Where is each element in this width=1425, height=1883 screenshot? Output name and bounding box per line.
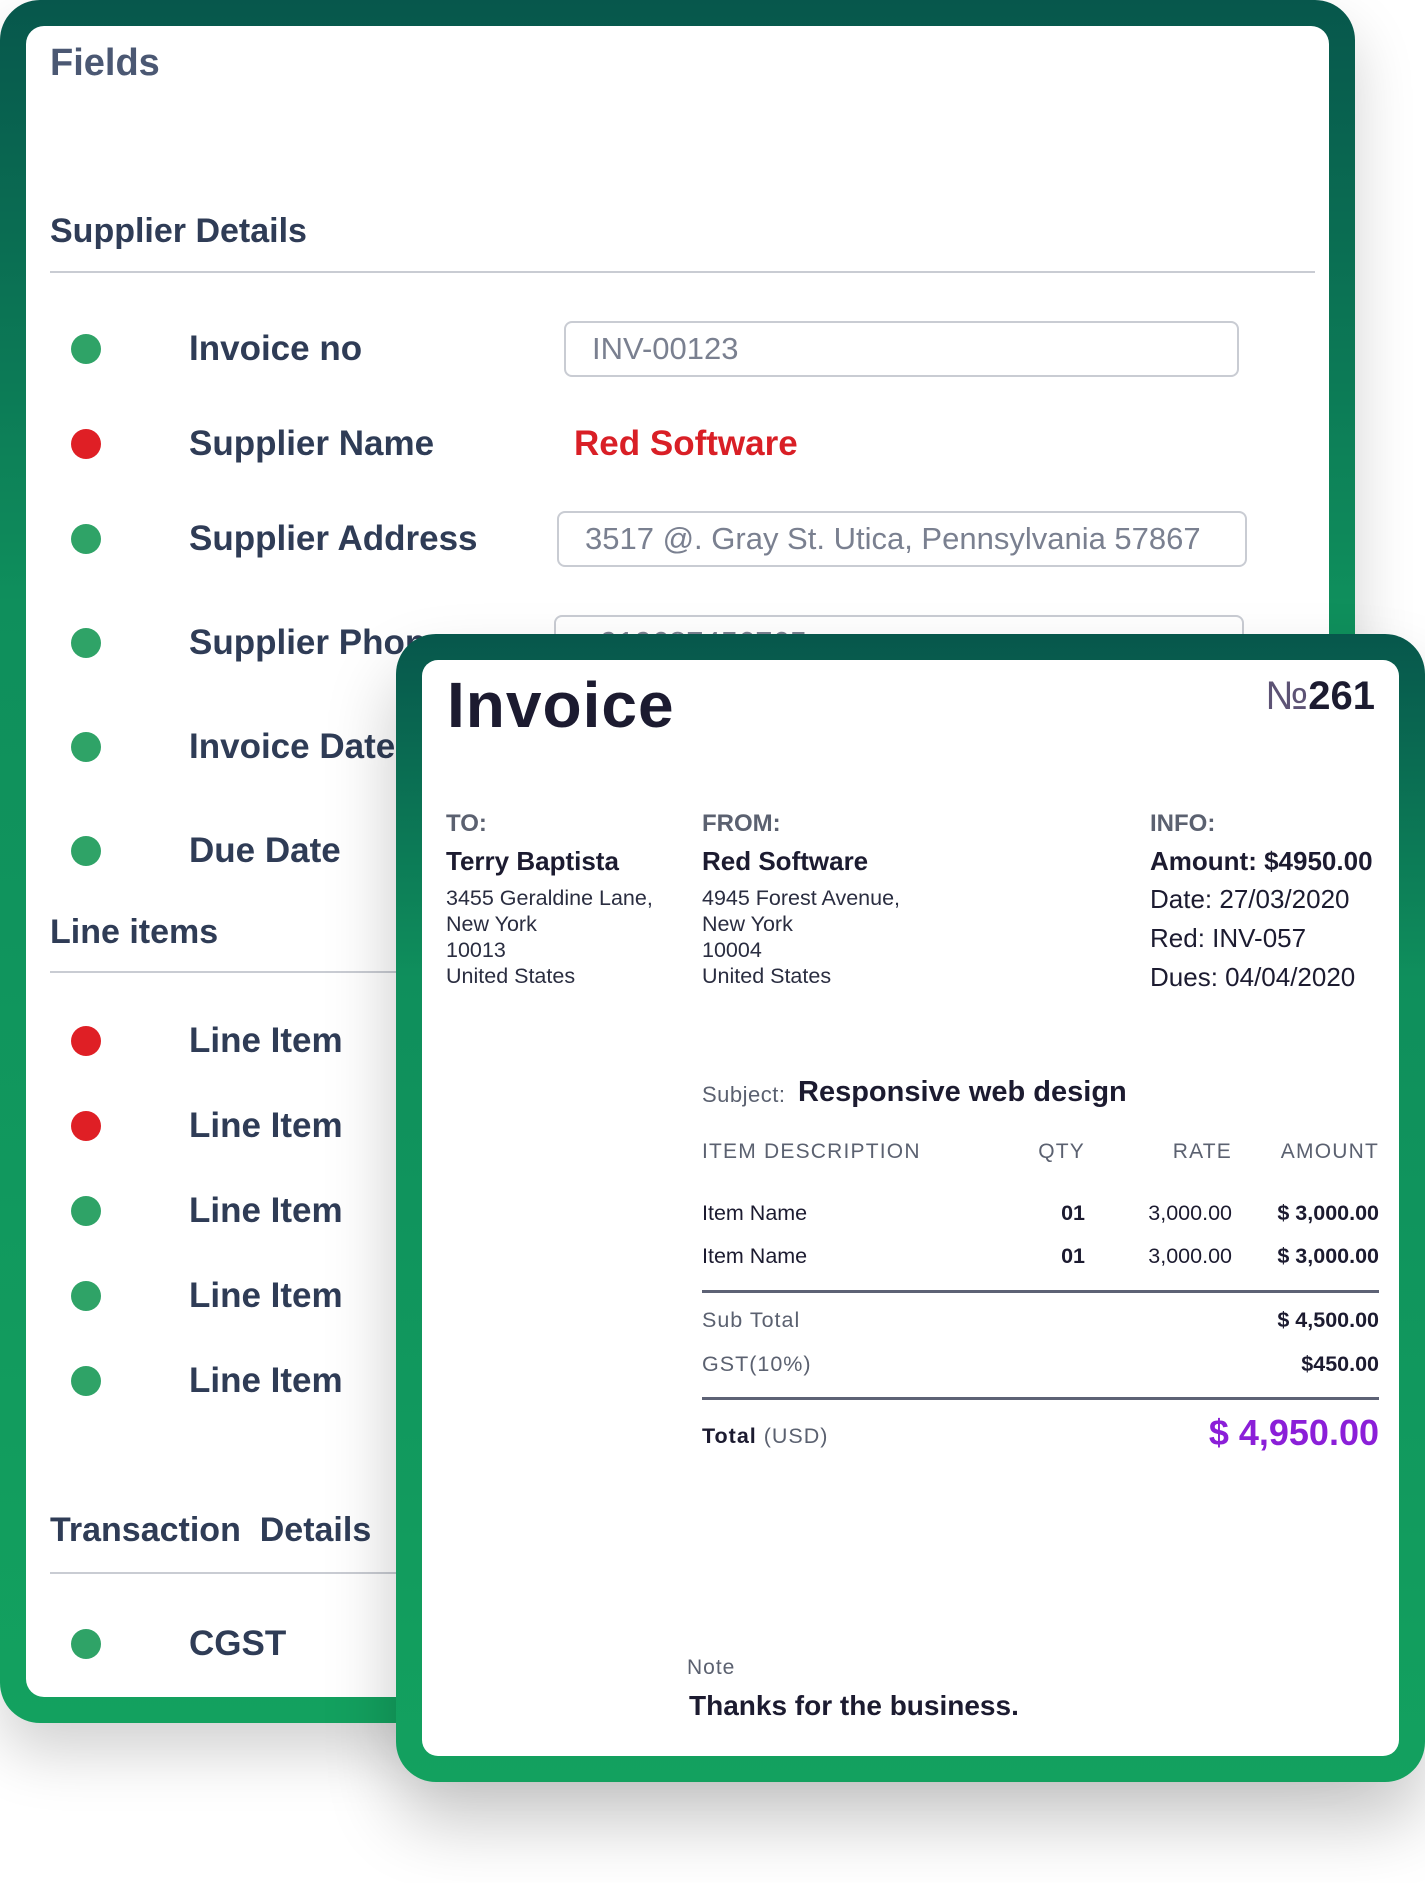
fields-title: Fields xyxy=(50,42,160,84)
info-date: Date: 27/03/2020 xyxy=(1150,884,1350,914)
number-sign: № xyxy=(1265,674,1309,718)
row-qty: 01 xyxy=(1061,1201,1085,1225)
col-header-qty: QTY xyxy=(1038,1140,1085,1163)
field-label: Due Date xyxy=(189,831,341,870)
status-ok-dot-icon xyxy=(71,1629,101,1659)
table-divider xyxy=(702,1290,1379,1293)
status-ok-dot-icon xyxy=(71,1366,101,1396)
subtotal-label: Sub Total xyxy=(702,1308,801,1332)
info-ref: Red: INV-057 xyxy=(1150,923,1307,953)
line-items-heading: Line items xyxy=(50,913,219,951)
invoice-no-input[interactable]: INV-00123 xyxy=(564,321,1239,377)
status-ok-dot-icon xyxy=(71,1196,101,1226)
subject-label: Subject: xyxy=(702,1082,786,1107)
col-header-amount: AMOUNT xyxy=(1280,1140,1379,1163)
field-label: CGST xyxy=(189,1624,287,1663)
row-amount: $ 3,000.00 xyxy=(1277,1201,1379,1225)
subject-value: Responsive web design xyxy=(798,1076,1127,1108)
invoice-card-frame: Invoice №261 TO: Terry Baptista 3455 Ger… xyxy=(396,634,1425,1782)
sender-address-line: United States xyxy=(702,964,832,988)
total-label-text: Total xyxy=(702,1424,757,1448)
field-row-supplier-address: Supplier Address 3517 @. Gray St. Utica,… xyxy=(26,509,1329,569)
total-value: $ 4,950.00 xyxy=(1208,1412,1379,1453)
field-label: Line Item xyxy=(189,1361,343,1400)
invoice-number-value: 261 xyxy=(1308,674,1375,718)
info-heading: INFO: xyxy=(1150,810,1216,837)
col-header-rate: RATE xyxy=(1172,1140,1232,1163)
field-label: Line Item xyxy=(189,1106,343,1145)
field-label: Invoice no xyxy=(189,329,363,368)
status-ok-dot-icon xyxy=(71,524,101,554)
status-ok-dot-icon xyxy=(71,732,101,762)
field-label: Invoice Date xyxy=(189,727,396,766)
recipient-address-line: 10013 xyxy=(446,938,506,962)
field-label: Line Item xyxy=(189,1021,343,1060)
recipient-name: Terry Baptista xyxy=(446,846,619,876)
total-currency-unit: (USD) xyxy=(763,1424,829,1448)
status-ok-dot-icon xyxy=(71,836,101,866)
sender-address-line: New York xyxy=(702,912,793,936)
field-label: Line Item xyxy=(189,1191,343,1230)
supplier-name-value[interactable]: Red Software xyxy=(574,424,798,464)
invoice-number: №261 xyxy=(1265,674,1375,719)
gst-label: GST(10%) xyxy=(702,1352,812,1376)
info-amount: Amount: $4950.00 xyxy=(1150,846,1373,876)
supplier-details-heading: Supplier Details xyxy=(50,212,307,250)
invoice-title: Invoice xyxy=(447,669,675,741)
row-description: Item Name xyxy=(702,1201,808,1225)
note-label: Note xyxy=(687,1656,736,1679)
field-row-supplier-name: Supplier Name Red Software xyxy=(26,414,1329,474)
recipient-address-line: United States xyxy=(446,964,576,988)
row-qty: 01 xyxy=(1061,1244,1085,1268)
row-rate: 3,000.00 xyxy=(1148,1201,1232,1225)
row-amount: $ 3,000.00 xyxy=(1277,1244,1379,1268)
col-header-description: ITEM DESCRIPTION xyxy=(702,1140,921,1163)
sender-address-line: 10004 xyxy=(702,938,762,962)
note-text: Thanks for the business. xyxy=(689,1690,1019,1721)
recipient-address-line: 3455 Geraldine Lane, xyxy=(446,886,653,910)
row-description: Item Name xyxy=(702,1244,808,1268)
supplier-address-input[interactable]: 3517 @. Gray St. Utica, Pennsylvania 578… xyxy=(557,511,1247,567)
gst-value: $450.00 xyxy=(1301,1352,1379,1376)
field-label: Line Item xyxy=(189,1276,343,1315)
status-error-dot-icon xyxy=(71,1026,101,1056)
total-label: Total (USD) xyxy=(702,1424,828,1449)
status-error-dot-icon xyxy=(71,429,101,459)
status-ok-dot-icon xyxy=(71,1281,101,1311)
recipient-address-line: New York xyxy=(446,912,537,936)
to-heading: TO: xyxy=(446,810,487,837)
from-heading: FROM: xyxy=(702,810,781,837)
subtotal-value: $ 4,500.00 xyxy=(1277,1308,1379,1332)
transaction-details-heading: Transaction Details xyxy=(50,1511,372,1549)
field-label: Supplier Name xyxy=(189,424,435,463)
status-error-dot-icon xyxy=(71,1111,101,1141)
sender-name: Red Software xyxy=(702,846,869,876)
invoice-document: Invoice №261 TO: Terry Baptista 3455 Ger… xyxy=(422,660,1399,1756)
status-ok-dot-icon xyxy=(71,334,101,364)
field-label: Supplier Address xyxy=(189,519,478,558)
info-dues: Dues: 04/04/2020 xyxy=(1150,962,1356,992)
row-rate: 3,000.00 xyxy=(1148,1244,1232,1268)
status-ok-dot-icon xyxy=(71,628,101,658)
sender-address-line: 4945 Forest Avenue, xyxy=(702,886,901,910)
section-divider xyxy=(50,271,1315,273)
summary-divider xyxy=(702,1397,1379,1400)
field-row-invoice-no: Invoice no INV-00123 xyxy=(26,319,1329,379)
